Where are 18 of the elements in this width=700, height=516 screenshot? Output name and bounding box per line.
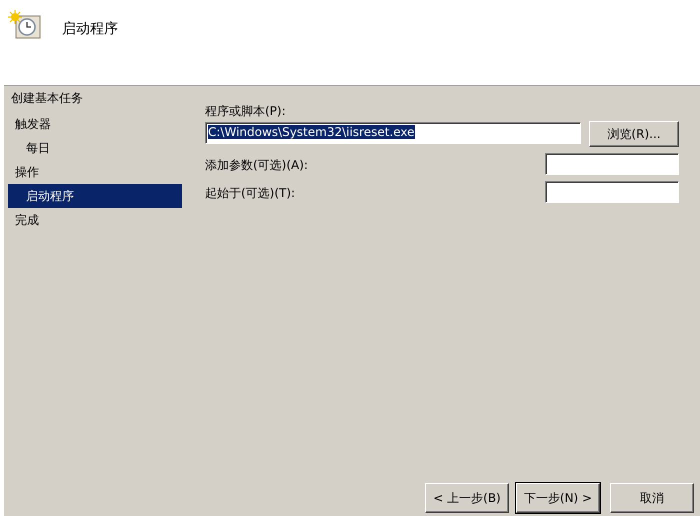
step-item[interactable]: 操作: [8, 160, 182, 184]
arguments-field[interactable]: [545, 153, 679, 175]
browse-button[interactable]: 浏览(R)...: [589, 121, 679, 147]
wizard-title: 创建基本任务: [10, 90, 84, 107]
arguments-label: 添加参数(可选)(A):: [205, 157, 308, 174]
wizard-button[interactable]: 下一步(N) >: [516, 483, 600, 513]
step-item[interactable]: 启动程序: [8, 184, 182, 208]
wizard-button[interactable]: 取消: [610, 483, 694, 513]
start-in-label: 起始于(可选)(T):: [205, 185, 296, 202]
step-item[interactable]: 每日: [8, 136, 182, 160]
start-in-field[interactable]: [545, 181, 679, 203]
wizard-button[interactable]: < 上一步(B): [425, 483, 509, 513]
step-item[interactable]: 触发器: [8, 112, 182, 136]
clock-icon: [8, 10, 42, 40]
program-field[interactable]: C:\Windows\System32\iisreset.exe: [205, 122, 581, 144]
header-title: 启动程序: [62, 20, 118, 38]
program-label: 程序或脚本(P):: [205, 103, 287, 120]
step-item[interactable]: 完成: [8, 208, 182, 232]
